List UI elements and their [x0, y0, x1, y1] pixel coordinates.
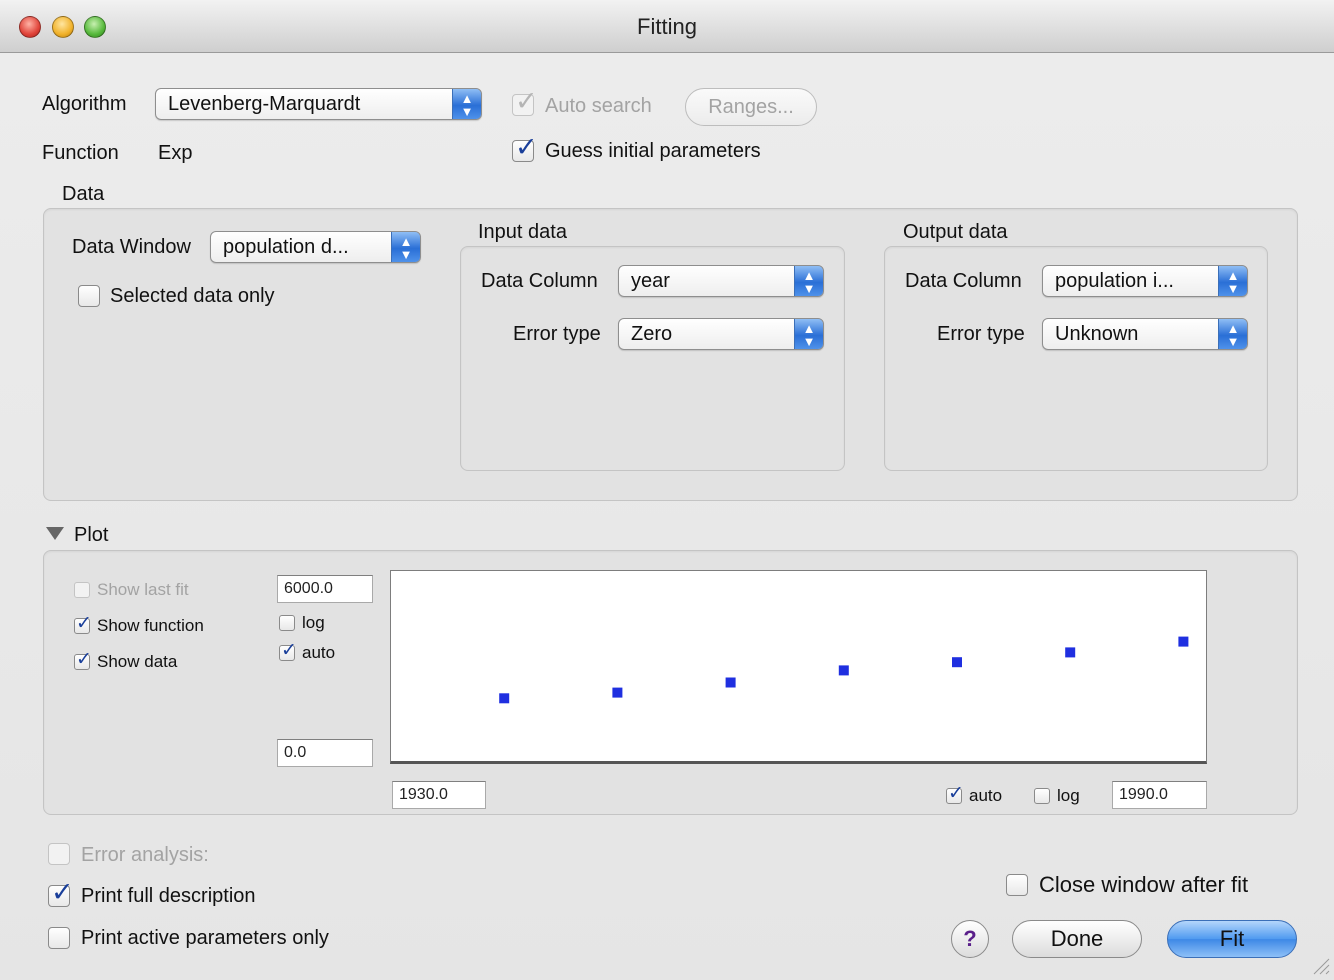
- show-data-checkbox[interactable]: ✓: [74, 649, 92, 670]
- input-data-title: Input data: [478, 221, 567, 243]
- data-section-label: Data: [62, 183, 105, 205]
- algorithm-value: Levenberg-Marquardt: [168, 93, 361, 115]
- y-log-checkbox[interactable]: [279, 615, 295, 631]
- x-max-field[interactable]: 1990.0: [1112, 781, 1207, 809]
- data-point: [952, 657, 962, 668]
- data-window-popup[interactable]: population d... ▲ ▼: [210, 231, 421, 263]
- output-error-value: Unknown: [1055, 323, 1139, 345]
- disclosure-triangle-icon[interactable]: [46, 527, 64, 540]
- popup-arrows-icon: ▲ ▼: [1218, 319, 1247, 349]
- popup-arrows-icon: ▲ ▼: [391, 232, 420, 262]
- window-title: Fitting: [637, 14, 697, 39]
- input-error-popup[interactable]: Zero ▲ ▼: [618, 318, 824, 350]
- input-column-popup[interactable]: year ▲ ▼: [618, 265, 824, 297]
- dialog-content: [0, 53, 1334, 980]
- error-analysis-checkbox[interactable]: [48, 843, 70, 865]
- show-function-checkbox[interactable]: ✓: [74, 613, 92, 634]
- x-min-field[interactable]: 1930.0: [392, 781, 486, 809]
- algorithm-popup[interactable]: Levenberg-Marquardt ▲ ▼: [155, 88, 482, 120]
- x-auto-checkbox[interactable]: ✓: [946, 783, 964, 804]
- output-column-popup[interactable]: population i... ▲ ▼: [1042, 265, 1248, 297]
- function-value: Exp: [158, 142, 193, 164]
- input-error-value: Zero: [631, 323, 673, 345]
- close-window-after-fit-label: Close window after fit: [1039, 872, 1249, 897]
- plot-section-label: Plot: [74, 524, 109, 546]
- popup-arrows-icon: ▲ ▼: [794, 266, 823, 296]
- show-last-fit-checkbox[interactable]: [74, 582, 90, 598]
- output-data-title: Output data: [903, 221, 1008, 243]
- function-label: Function: [42, 142, 119, 164]
- data-point: [1178, 636, 1189, 647]
- help-button[interactable]: ?: [951, 920, 989, 958]
- done-button[interactable]: Done: [1012, 920, 1142, 958]
- print-full-description-checkbox[interactable]: ✓: [48, 877, 74, 907]
- ranges-button[interactable]: Ranges...: [685, 88, 817, 126]
- data-point: [612, 687, 623, 698]
- y-auto-label: auto: [302, 643, 336, 662]
- output-error-popup[interactable]: Unknown ▲ ▼: [1042, 318, 1248, 350]
- fit-button[interactable]: Fit: [1167, 920, 1297, 958]
- input-error-label: Error type: [513, 323, 601, 345]
- data-point: [499, 693, 510, 704]
- guess-initial-label: Guess initial parameters: [545, 140, 761, 162]
- auto-search-checkbox[interactable]: ✓: [512, 86, 538, 116]
- data-point: [725, 677, 736, 688]
- popup-arrows-icon: ▲ ▼: [1218, 266, 1247, 296]
- popup-arrows-icon: ▲ ▼: [452, 89, 481, 119]
- y-auto-checkbox[interactable]: ✓: [279, 640, 297, 661]
- print-full-description-label: Print full description: [81, 885, 256, 907]
- input-column-value: year: [631, 270, 670, 292]
- input-column-label: Data Column: [481, 270, 598, 292]
- output-error-label: Error type: [937, 323, 1025, 345]
- data-window-value: population d...: [223, 236, 349, 258]
- print-active-parameters-label: Print active parameters only: [81, 927, 329, 949]
- error-analysis-label: Error analysis:: [81, 844, 209, 866]
- resize-grip-icon[interactable]: [1310, 955, 1330, 975]
- x-log-checkbox[interactable]: [1034, 788, 1050, 804]
- x-log-label: log: [1057, 786, 1080, 805]
- algorithm-label: Algorithm: [42, 93, 127, 115]
- selected-data-only-checkbox[interactable]: [78, 285, 100, 307]
- scatter-plot: [499, 636, 1189, 704]
- popup-arrows-icon: ▲ ▼: [794, 319, 823, 349]
- close-window-after-fit-checkbox[interactable]: [1006, 874, 1028, 896]
- data-point: [838, 665, 849, 676]
- data-point: [1065, 647, 1076, 658]
- y-log-label: log: [302, 613, 325, 632]
- auto-search-label: Auto search: [545, 95, 652, 117]
- show-function-label: Show function: [97, 616, 204, 635]
- plot-area: [390, 570, 1207, 764]
- show-data-label: Show data: [97, 652, 178, 671]
- print-active-parameters-checkbox[interactable]: [48, 927, 70, 949]
- guess-initial-checkbox[interactable]: ✓: [512, 132, 538, 162]
- output-column-value: population i...: [1055, 270, 1174, 292]
- data-window-label: Data Window: [72, 236, 191, 258]
- y-min-field[interactable]: 0.0: [277, 739, 373, 767]
- x-auto-label: auto: [969, 786, 1003, 805]
- show-last-fit-label: Show last fit: [97, 580, 189, 599]
- selected-data-only-label: Selected data only: [110, 285, 275, 307]
- output-column-label: Data Column: [905, 270, 1022, 292]
- y-max-field[interactable]: 6000.0: [277, 575, 373, 603]
